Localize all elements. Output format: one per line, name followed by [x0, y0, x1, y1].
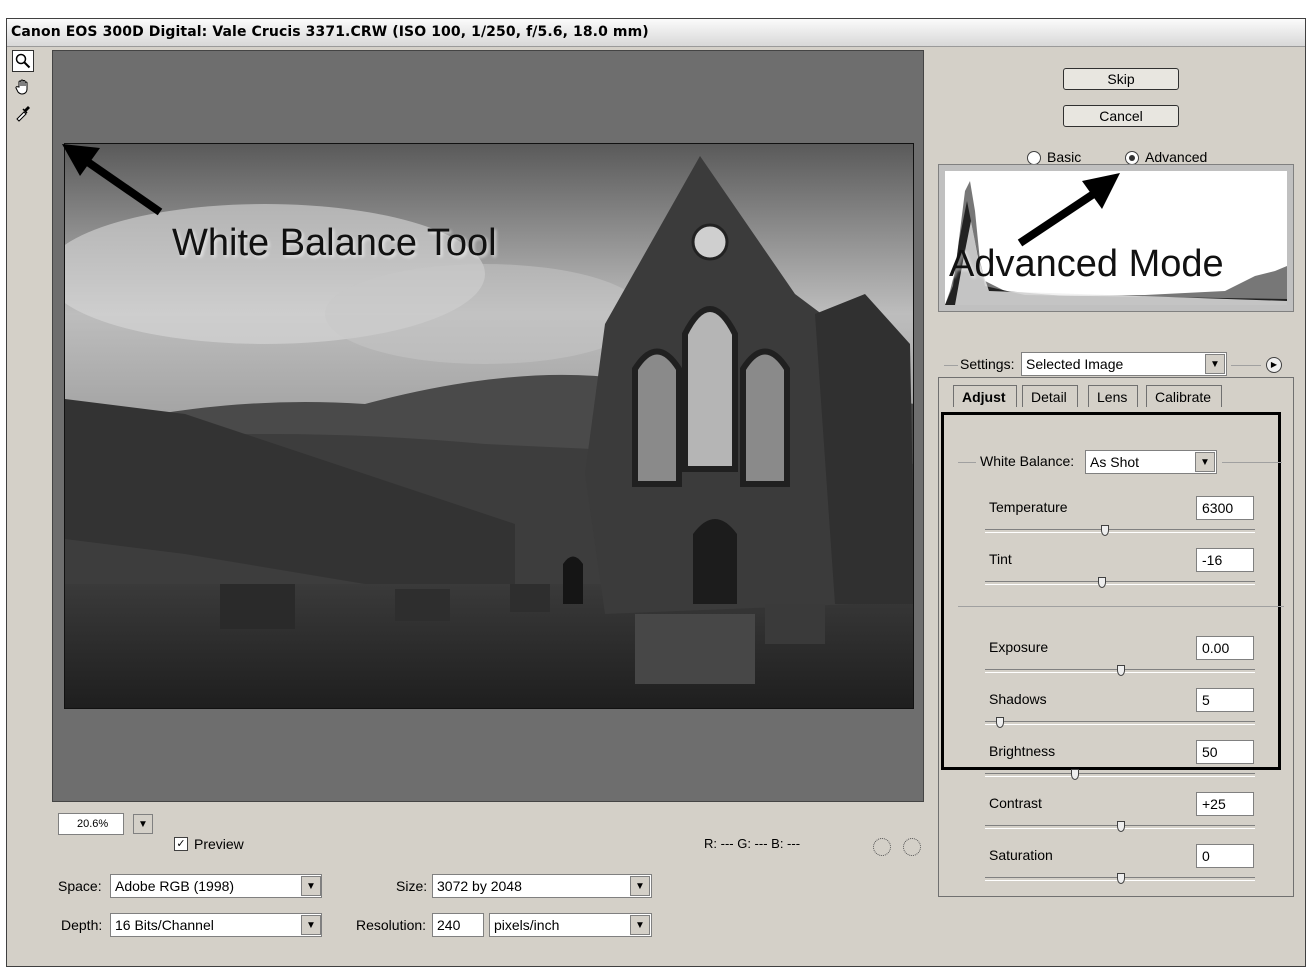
- shadows-slider-thumb[interactable]: [994, 717, 1004, 728]
- advanced-radio[interactable]: [1125, 151, 1139, 165]
- white-balance-label: White Balance:: [980, 453, 1075, 469]
- title-bar: Canon EOS 300D Digital: Vale Crucis 3371…: [7, 19, 1305, 47]
- tab-lens[interactable]: Lens: [1088, 385, 1139, 407]
- zoom-dropdown-arrow-icon[interactable]: ▼: [133, 814, 153, 834]
- white-balance-dropdown-arrow-icon[interactable]: ▼: [1195, 452, 1215, 472]
- size-dropdown-arrow-icon[interactable]: ▼: [630, 876, 650, 896]
- basic-radio[interactable]: [1027, 151, 1041, 165]
- exposure-slider-thumb[interactable]: [1116, 665, 1125, 676]
- skip-button[interactable]: Skip: [1063, 68, 1179, 90]
- arrow-annotation-white-balance: [62, 144, 163, 216]
- window-title: Canon EOS 300D Digital: Vale Crucis 3371…: [11, 24, 649, 40]
- brightness-slider-track[interactable]: [985, 773, 1255, 777]
- space-label: Space:: [58, 878, 102, 894]
- shadows-slider-track[interactable]: [985, 721, 1255, 725]
- size-label: Size:: [396, 878, 428, 894]
- zoom-level-field[interactable]: 20.6%: [58, 813, 124, 835]
- depth-select[interactable]: 16 Bits/Channel: [110, 913, 322, 937]
- settings-line-left: [944, 365, 958, 366]
- settings-label: Settings:: [960, 356, 1015, 372]
- shadows-value-input[interactable]: 5: [1196, 688, 1254, 712]
- brightness-label: Brightness: [989, 743, 1056, 759]
- cancel-button[interactable]: Cancel: [1063, 105, 1179, 127]
- annotation-white-balance-tool: White Balance Tool: [172, 222, 497, 264]
- eyedropper-icon[interactable]: [12, 102, 34, 124]
- toolbox: [12, 50, 38, 140]
- preview-checkbox[interactable]: ✓: [174, 837, 188, 851]
- space-dropdown-arrow-icon[interactable]: ▼: [301, 876, 321, 896]
- depth-dropdown-arrow-icon[interactable]: ▼: [301, 915, 321, 935]
- rgb-readout: R: --- G: --- B: ---: [704, 836, 801, 851]
- settings-line-right: [1231, 365, 1261, 366]
- settings-select[interactable]: Selected Image: [1021, 352, 1227, 376]
- preview-area: [52, 50, 924, 802]
- wb-line-left: [958, 462, 976, 463]
- tint-slider-track[interactable]: [985, 581, 1255, 585]
- size-select[interactable]: 3072 by 2048: [432, 874, 652, 898]
- advanced-label: Advanced: [1145, 149, 1208, 165]
- tab-adjust[interactable]: Adjust: [953, 385, 1017, 407]
- temperature-slider-thumb[interactable]: [1099, 525, 1109, 536]
- saturation-label: Saturation: [989, 847, 1053, 863]
- wb-line-right: [1222, 462, 1282, 463]
- tint-label: Tint: [989, 551, 1012, 567]
- saturation-slider-thumb[interactable]: [1116, 873, 1125, 884]
- depth-label: Depth:: [61, 917, 103, 933]
- tint-value-input[interactable]: -16: [1196, 548, 1254, 572]
- settings-menu-icon[interactable]: ▶: [1266, 357, 1282, 373]
- tab-detail[interactable]: Detail: [1022, 385, 1078, 407]
- contrast-slider-thumb[interactable]: [1116, 821, 1125, 832]
- rotate-right-icon[interactable]: [903, 838, 921, 856]
- exposure-value-input[interactable]: 0.00: [1196, 636, 1254, 660]
- tab-calibrate[interactable]: Calibrate: [1146, 385, 1223, 407]
- arrow-annotation-advanced: [1017, 173, 1120, 247]
- hand-icon[interactable]: [12, 76, 34, 98]
- exposure-label: Exposure: [989, 639, 1049, 655]
- magnifier-icon[interactable]: [12, 50, 34, 72]
- preview-label: Preview: [194, 836, 244, 852]
- temperature-slider-track[interactable]: [985, 529, 1255, 533]
- brightness-value-input[interactable]: 50: [1196, 740, 1254, 764]
- space-select[interactable]: Adobe RGB (1998): [110, 874, 322, 898]
- tint-slider-thumb[interactable]: [1097, 577, 1107, 588]
- resolution-unit-select[interactable]: pixels/inch: [489, 913, 652, 937]
- saturation-value-input[interactable]: 0: [1196, 844, 1254, 868]
- shadows-label: Shadows: [989, 691, 1047, 707]
- rotate-left-icon[interactable]: [873, 838, 891, 856]
- brightness-slider-thumb[interactable]: [1070, 769, 1080, 780]
- basic-label: Basic: [1047, 149, 1082, 165]
- temperature-value-input[interactable]: 6300: [1196, 496, 1254, 520]
- resolution-label: Resolution:: [356, 917, 427, 933]
- contrast-label: Contrast: [989, 795, 1042, 811]
- contrast-value-input[interactable]: +25: [1196, 792, 1254, 816]
- temperature-label: Temperature: [989, 499, 1068, 515]
- settings-dropdown-arrow-icon[interactable]: ▼: [1205, 354, 1225, 374]
- resolution-unit-dropdown-arrow-icon[interactable]: ▼: [630, 915, 650, 935]
- group-separator: [958, 606, 1284, 607]
- resolution-input[interactable]: 240: [432, 913, 484, 937]
